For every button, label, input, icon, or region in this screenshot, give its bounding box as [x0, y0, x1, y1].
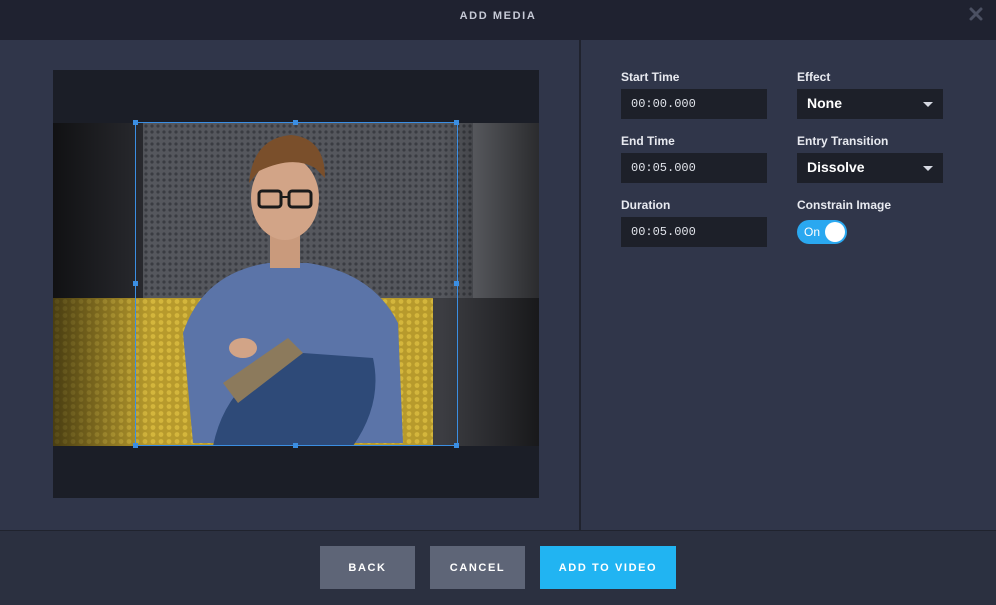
toggle-knob — [825, 222, 845, 242]
start-time-input[interactable]: 00:00.000 — [621, 89, 767, 119]
chevron-down-icon — [923, 102, 933, 107]
effect-label: Effect — [797, 70, 831, 84]
crop-handle-right[interactable] — [454, 281, 459, 286]
crop-handle-bottom-left[interactable] — [133, 443, 138, 448]
toggle-state-text: On — [804, 225, 821, 239]
crop-handle-bottom-right[interactable] — [454, 443, 459, 448]
crop-handle-top-right[interactable] — [454, 120, 459, 125]
close-icon[interactable] — [968, 6, 984, 22]
duration-label: Duration — [621, 198, 671, 212]
media-preview[interactable] — [53, 70, 539, 498]
end-time-label: End Time — [621, 134, 675, 148]
crop-handle-top-left[interactable] — [133, 120, 138, 125]
duration-input[interactable]: 00:05.000 — [621, 217, 767, 247]
panel-divider — [579, 40, 581, 530]
dialog-title: ADD MEDIA — [459, 10, 537, 22]
entry-transition-select[interactable]: Dissolve — [797, 153, 943, 183]
start-time-label: Start Time — [621, 70, 680, 84]
chevron-down-icon — [923, 166, 933, 171]
crop-handle-bottom[interactable] — [293, 443, 298, 448]
constrain-image-toggle[interactable]: On — [797, 220, 847, 244]
crop-handle-top[interactable] — [293, 120, 298, 125]
constrain-image-label: Constrain Image — [797, 198, 892, 212]
end-time-input[interactable]: 00:05.000 — [621, 153, 767, 183]
cancel-button[interactable]: CANCEL — [430, 546, 525, 589]
add-to-video-button[interactable]: ADD TO VIDEO — [540, 546, 676, 589]
entry-transition-select-value: Dissolve — [807, 159, 865, 175]
effect-select-value: None — [807, 95, 842, 111]
effect-select[interactable]: None — [797, 89, 943, 119]
entry-transition-label: Entry Transition — [797, 134, 889, 148]
crop-frame[interactable] — [135, 122, 458, 446]
crop-handle-left[interactable] — [133, 281, 138, 286]
back-button[interactable]: BACK — [320, 546, 415, 589]
